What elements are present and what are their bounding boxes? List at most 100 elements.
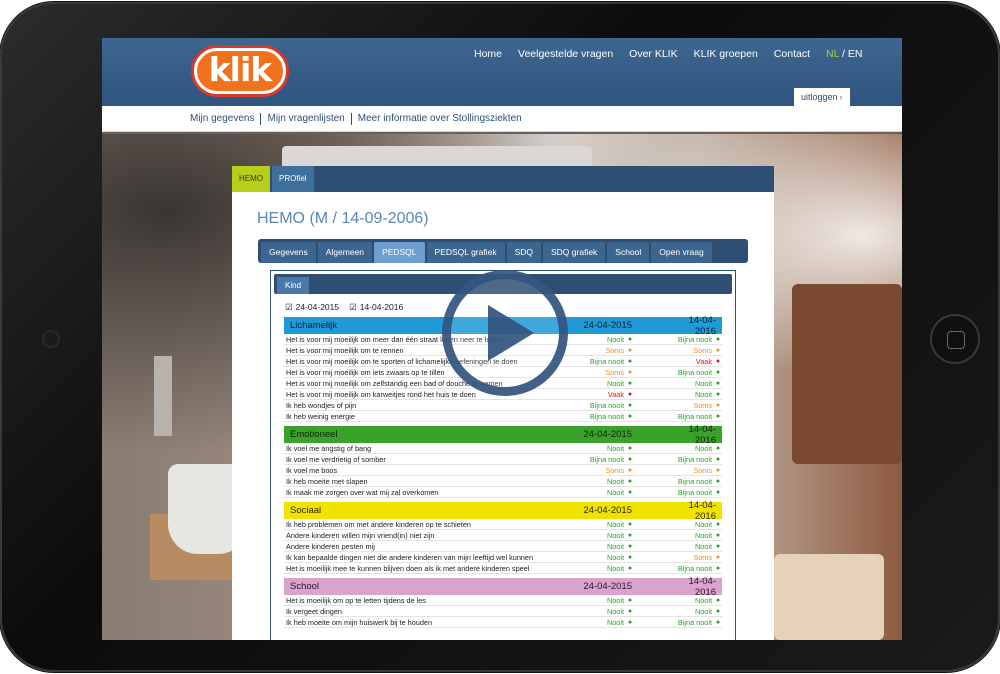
status-dot-icon: ● [715,553,721,561]
lang-switch: NL / EN [826,48,862,60]
status-dot-icon: ● [627,335,633,343]
status-dot-icon: ● [627,466,633,474]
tab-school[interactable]: School [607,242,650,263]
table-row: Andere kinderen pesten mij Nooit ● Nooit ● [284,541,722,552]
status-dot-icon: ● [627,379,633,387]
section-sociaal: Sociaal 24-04-2015 14-04-2016 Ik heb proble… [284,500,722,574]
nav-about[interactable]: Over KLIK [629,48,677,60]
nav-home[interactable]: Home [474,48,502,60]
answer-date-1: Nooit [606,541,624,551]
top-navigation: Home Veelgestelde vragen Over KLIK KLIK … [474,48,862,60]
logout-label: uitloggen [801,92,838,102]
status-dot-icon: ● [627,488,633,496]
answer-date-2: Nooit [694,443,712,453]
date-filter-1[interactable]: ☑ 24-04-2015 [285,302,339,313]
klik-logo[interactable]: klik [194,48,286,94]
answer-date-1: Nooit [606,552,624,562]
nav-faq[interactable]: Veelgestelde vragen [518,48,613,60]
status-dot-icon: ● [715,607,721,615]
answer-date-1: Nooit [606,476,624,486]
tab-sdq[interactable]: SDQ [506,242,541,263]
question-text: Andere kinderen pesten mij [286,541,375,551]
content-panel: HEMO PROfiel HEMO (M / 14-09-2006) Gegev… [232,166,774,640]
tab-pedsql[interactable]: PEDSQL [374,242,425,263]
question-text: Ik kan bepaalde dingen niet die andere k… [286,552,534,562]
ruler-image [154,356,172,436]
question-text: Andere kinderen willen mijn vriend(in) n… [286,530,435,540]
video-play-button[interactable] [442,270,568,396]
answer-date-2: Bijna nooit [677,617,712,627]
tab-algemeen[interactable]: Algemeen [317,242,373,263]
answer-date-2: Nooit [694,389,712,399]
table-row: Het is moeilijk om op te letten tijdens … [284,595,722,606]
tab-pedsql-grafiek[interactable]: PEDSQL grafiek [426,242,505,263]
answer-date-2: Bijna nooit [677,487,712,497]
status-dot-icon: ● [627,596,633,604]
status-dot-icon: ● [627,564,633,572]
subnav-more-info[interactable]: Meer informatie over Stollingsziekten [352,113,528,125]
nav-contact[interactable]: Contact [774,48,810,60]
answer-date-2: Soms [693,400,712,410]
tab-profiel[interactable]: PROfiel [272,166,314,192]
answer-date-2: Nooit [694,595,712,605]
status-dot-icon: ● [715,335,721,343]
table-row: Ik voel me angstig of bang Nooit ● Nooit ● [284,443,722,454]
answer-date-2: Nooit [694,606,712,616]
status-dot-icon: ● [715,346,721,354]
subnav-my-questionnaires[interactable]: Mijn vragenlijsten [261,112,352,125]
status-dot-icon: ● [715,379,721,387]
question-text: Ik voel me boos [286,465,338,475]
section-header: School 24-04-2015 14-04-2016 [284,576,722,598]
question-text: Ik heb weinig energie [286,411,355,421]
answer-date-1: Nooit [606,563,624,573]
answer-date-1: Nooit [606,334,624,344]
question-text: Ik vergeet dingen [286,606,342,616]
answer-date-1: Bijna nooit [589,356,624,366]
table-row: Ik heb problemen om met andere kinderen … [284,519,722,530]
status-dot-icon: ● [715,596,721,604]
section-date-1: 24-04-2015 [583,429,632,440]
answer-date-2: Nooit [694,378,712,388]
camera-icon [44,332,58,346]
home-button[interactable] [932,316,978,362]
tab-gegevens[interactable]: Gegevens [261,242,316,263]
logout-button[interactable]: uitloggen › [794,88,850,107]
status-dot-icon: ● [627,553,633,561]
section-date-2: 14-04-2016 [688,423,716,446]
status-dot-icon: ● [715,466,721,474]
section-date-1: 24-04-2015 [583,505,632,516]
section-name: School [290,581,320,592]
tab-kind[interactable]: Kind [277,277,310,294]
status-dot-icon: ● [627,618,633,626]
question-text: Het is moeilijk om op te letten tijdens … [286,595,426,605]
lang-nl[interactable]: NL [826,48,839,60]
panel-tabs: HEMO PROfiel [232,166,774,192]
status-dot-icon: ● [627,346,633,354]
tab-open-vraag[interactable]: Open vraag [651,242,712,263]
answer-date-1: Nooit [606,487,624,497]
question-text: Ik heb moeite met slapen [286,476,368,486]
table-row: Ik kan bepaalde dingen niet die andere k… [284,552,722,563]
question-text: Ik heb problemen om met andere kinderen … [286,519,471,529]
checkbox-checked-icon[interactable]: ☑ [285,302,293,312]
table-row: Ik voel me verdrietig of somber Bijna noo… [284,454,722,465]
nav-groups[interactable]: KLIK groepen [694,48,758,60]
questionnaire-tabs: Gegevens Algemeen PEDSQL PEDSQL grafiek … [258,239,748,263]
status-dot-icon: ● [715,618,721,626]
answer-date-2: Bijna nooit [677,411,712,421]
answer-date-2: Soms [693,465,712,475]
status-dot-icon: ● [715,401,721,409]
tab-hemo[interactable]: HEMO [232,166,270,192]
table-row: Andere kinderen willen mijn vriend(in) n… [284,530,722,541]
tab-sdq-grafiek[interactable]: SDQ grafiek [543,242,606,263]
subnav-my-data[interactable]: Mijn gegevens [190,112,262,125]
answer-date-1: Vaak [607,389,624,399]
status-dot-icon: ● [627,412,633,420]
status-dot-icon: ● [627,542,633,550]
answer-date-1: Nooit [606,530,624,540]
checkbox-checked-icon[interactable]: ☑ [349,302,357,312]
desk-object-image [792,284,902,464]
lang-en[interactable]: EN [848,48,863,60]
date-filter-2[interactable]: ☑ 14-04-2016 [349,302,403,313]
answer-date-1: Nooit [606,378,624,388]
